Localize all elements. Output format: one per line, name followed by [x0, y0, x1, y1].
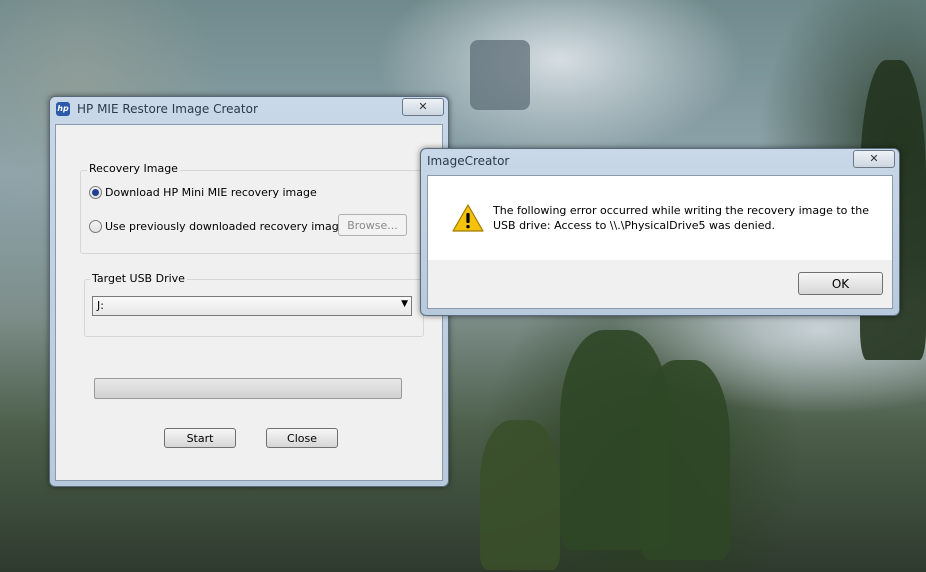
error-dialog-client: The following error occurred while writi… — [427, 175, 893, 309]
hp-logo-icon: hp — [56, 102, 70, 116]
error-dialog-footer: OK — [428, 260, 892, 308]
error-dialog-titlebar[interactable]: ImageCreator ✕ — [421, 149, 899, 173]
target-usb-group-label: Target USB Drive — [90, 272, 187, 285]
error-message-line-1: The following error occurred while writi… — [493, 204, 869, 217]
error-dialog-close-button[interactable]: ✕ — [853, 150, 895, 168]
recovery-image-group — [80, 170, 442, 254]
error-dialog-title: ImageCreator — [427, 154, 510, 168]
close-button[interactable]: Close — [266, 428, 338, 448]
main-window-title: HP MIE Restore Image Creator — [77, 102, 258, 116]
previous-image-option-radio[interactable] — [89, 220, 102, 233]
main-window-client: Recovery Image Download HP Mini MIE reco… — [55, 124, 443, 481]
browse-button[interactable]: Browse... — [338, 214, 407, 236]
usb-drive-select-value: J: — [97, 299, 104, 312]
error-dialog: ImageCreator ✕ The following error occur… — [420, 148, 900, 316]
error-message: The following error occurred while writi… — [493, 203, 883, 233]
ok-button[interactable]: OK — [798, 272, 883, 295]
start-button[interactable]: Start — [164, 428, 236, 448]
error-message-line-2: USB drive: Access to \\.\PhysicalDrive5 … — [493, 219, 775, 232]
download-option-radio[interactable] — [89, 186, 102, 199]
progress-bar — [94, 378, 402, 399]
chevron-down-icon[interactable]: ▼ — [401, 299, 408, 309]
usb-drive-select[interactable]: J: ▼ — [92, 296, 412, 316]
main-window-titlebar[interactable]: hp HP MIE Restore Image Creator ✕ — [50, 97, 448, 121]
recovery-image-group-label: Recovery Image — [87, 162, 180, 175]
download-option-label[interactable]: Download HP Mini MIE recovery image — [105, 186, 317, 199]
warning-icon — [452, 204, 484, 232]
previous-image-option-label[interactable]: Use previously downloaded recovery image — [105, 220, 345, 233]
main-window: hp HP MIE Restore Image Creator ✕ Recove… — [49, 96, 449, 487]
main-window-close-button[interactable]: ✕ — [402, 98, 444, 116]
